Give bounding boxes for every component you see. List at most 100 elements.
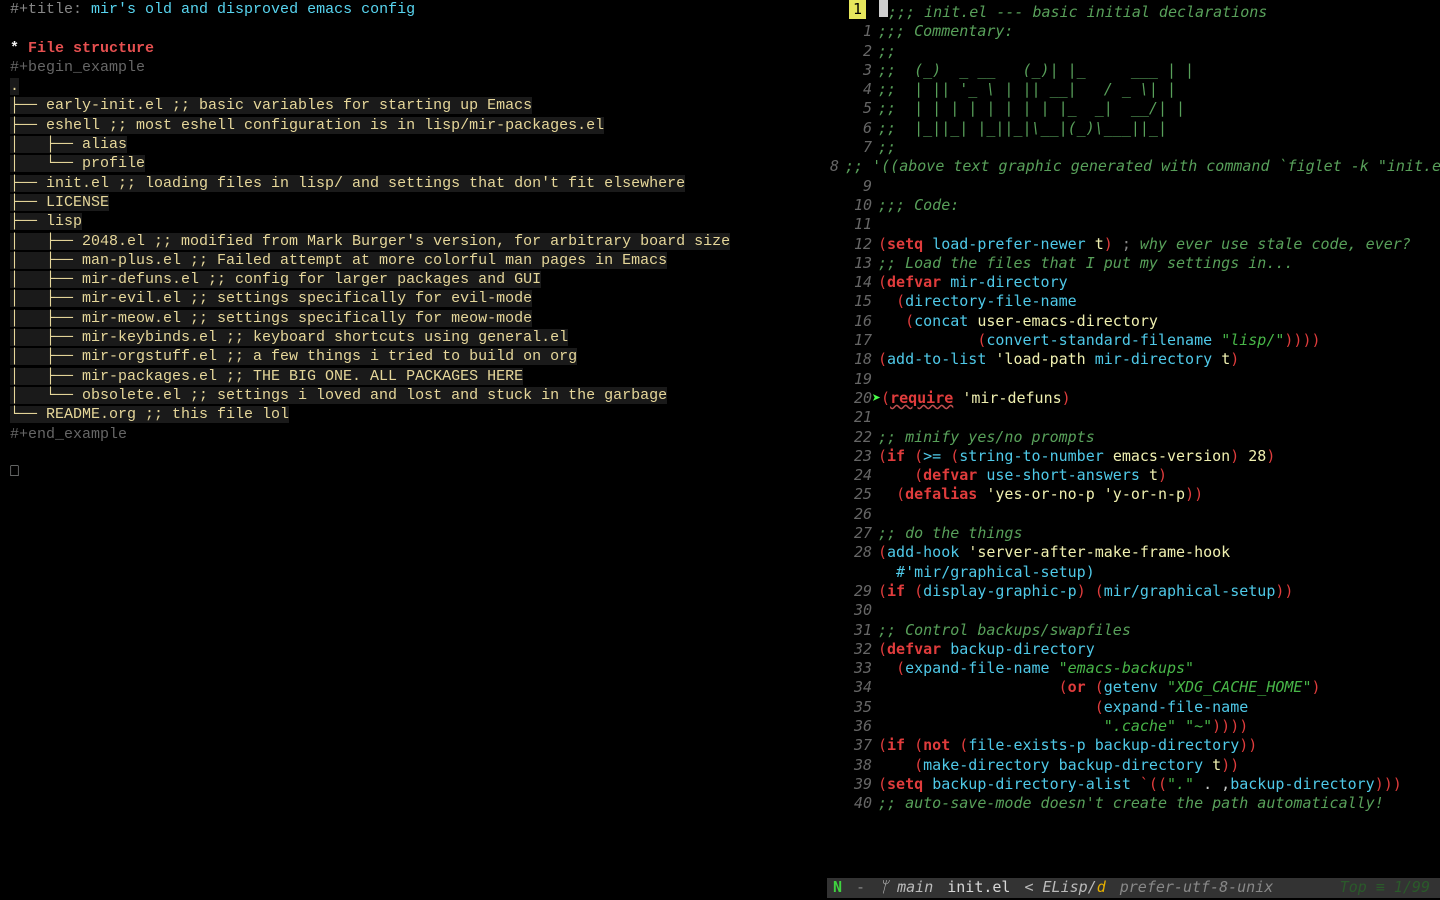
line-number: 37 <box>830 736 878 755</box>
tree-line: │ ├── mir-orgstuff.el ;; a few things i … <box>10 348 577 365</box>
line-number: 10 <box>830 196 878 215</box>
line-number: 19 <box>830 370 878 389</box>
line-number: 7 <box>830 138 878 157</box>
code-text: ;; | || '_ \ | || __| / _ \| | <box>878 80 1176 99</box>
line-number: 30 <box>830 601 878 620</box>
modeline-right: N - ᛘ main init.el < ELisp/d prefer-utf-… <box>827 878 1440 897</box>
code-text: ;;; Code: <box>878 196 959 215</box>
tree-line: │ ├── mir-meow.el ;; settings specifical… <box>10 310 532 327</box>
code-line: 4;; | || '_ \ | || __| / _ \| | <box>830 80 1440 99</box>
code-line: 26 <box>830 505 1440 524</box>
tree-line: │ ├── man-plus.el ;; Failed attempt at m… <box>10 252 667 269</box>
line-number: 9 <box>830 177 878 196</box>
code-line: 17 (convert-standard-filename "lisp/")))… <box>830 331 1440 350</box>
code-buffer[interactable]: 1;;; init.el --- basic initial declarati… <box>830 0 1440 813</box>
code-line: 8;; '((above text graphic generated with… <box>830 157 1440 176</box>
code-text: (convert-standard-filename "lisp/")))) <box>878 331 1321 350</box>
code-line: 34 (or (getenv "XDG_CACHE_HOME") <box>830 678 1440 697</box>
tree-line: ├── eshell ;; most eshell configuration … <box>10 117 604 134</box>
branch-icon: ᛘ <box>879 878 888 896</box>
end-example: #+end_example <box>10 426 127 443</box>
heading-star: * <box>10 40 28 57</box>
code-line: 38 (make-directory backup-directory t)) <box>830 756 1440 775</box>
major-mode: < ELisp/d <box>1024 878 1105 897</box>
code-text: (expand-file-name "emacs-backups" <box>878 659 1194 678</box>
code-line: 24 (defvar use-short-answers t) <box>830 466 1440 485</box>
line-number: 40 <box>830 794 878 813</box>
line-number: 26 <box>830 505 878 524</box>
line-number: 32 <box>830 640 878 659</box>
tree-line: │ ├── 2048.el ;; modified from Mark Burg… <box>10 233 730 250</box>
right-pane[interactable]: 1;;; init.el --- basic initial declarati… <box>830 0 1440 865</box>
line-number: 34 <box>830 678 878 697</box>
line-number: 5 <box>830 99 878 118</box>
code-text: ;; Control backups/swapfiles <box>878 621 1131 640</box>
tree-line: │ ├── mir-defuns.el ;; config for larger… <box>10 271 541 288</box>
line-number: 6 <box>830 119 878 138</box>
code-text: ;; <box>878 138 896 157</box>
code-text: (require 'mir-defuns) <box>881 389 1071 408</box>
evil-mode-indicator: N <box>833 878 842 897</box>
line-number: 35 <box>830 698 878 717</box>
code-line: 22;; minify yes/no prompts <box>830 428 1440 447</box>
code-line: 29(if (display-graphic-p) (mir/graphical… <box>830 582 1440 601</box>
code-line: 15 (directory-file-name <box>830 292 1440 311</box>
code-text: ".cache" "~")))) <box>878 717 1248 736</box>
line-number: 15 <box>830 292 878 311</box>
example-block: . ├── early-init.el ;; basic variables f… <box>10 78 730 423</box>
line-number: 23 <box>830 447 878 466</box>
code-line: 37(if (not (file-exists-p backup-directo… <box>830 736 1440 755</box>
code-line: 3;; (_) _ __ (_)| |_ ___ | | <box>830 61 1440 80</box>
position: Top ≡ 1/99 <box>1340 878 1440 897</box>
code-text: (add-to-list 'load-path mir-directory t) <box>878 350 1239 369</box>
code-line: 36 ".cache" "~")))) <box>830 717 1440 736</box>
begin-example: #+begin_example <box>10 59 145 76</box>
code-text: ;; <box>878 42 896 61</box>
buffer-name: init.el <box>947 878 1010 897</box>
code-text: (make-directory backup-directory t)) <box>878 756 1239 775</box>
heading: File structure <box>28 40 154 57</box>
readme-buffer: #+title: mir's old and disproved emacs c… <box>10 0 830 482</box>
code-line: 13;; Load the files that I put my settin… <box>830 254 1440 273</box>
code-line: 16 (concat user-emacs-directory <box>830 312 1440 331</box>
tree-line: │ ├── alias <box>10 136 127 153</box>
code-line: 7;; <box>830 138 1440 157</box>
tree-line: ├── lisp <box>10 213 82 230</box>
vc-segment: ᛘ main <box>879 878 933 897</box>
line-number: 22 <box>830 428 878 447</box>
line-number: 20 <box>830 389 878 408</box>
code-line: 21 <box>830 408 1440 427</box>
code-line: 6;; |_||_| |_||_|\__|(_)\___||_| <box>830 119 1440 138</box>
code-line: 5;; | | | | | | | | |_ _| __/| | <box>830 99 1440 118</box>
code-text: ;; |_||_| |_||_|\__|(_)\___||_| <box>878 119 1167 138</box>
code-line: 35 (expand-file-name <box>830 698 1440 717</box>
code-text: ;; (_) _ __ (_)| |_ ___ | | <box>878 61 1194 80</box>
code-text: (concat user-emacs-directory <box>878 312 1158 331</box>
line-number: 16 <box>830 312 878 331</box>
line-number: 31 <box>830 621 878 640</box>
line-number: 29 <box>830 582 878 601</box>
line-number: 36 <box>830 717 878 736</box>
line-number: 4 <box>830 80 878 99</box>
code-line: 2;; <box>830 42 1440 61</box>
code-text: (defvar use-short-answers t) <box>878 466 1167 485</box>
code-line: 31;; Control backups/swapfiles <box>830 621 1440 640</box>
tree-line: │ ├── mir-evil.el ;; settings specifical… <box>10 290 532 307</box>
title-key: #+title: <box>10 1 82 18</box>
tree-line: │ ├── mir-packages.el ;; THE BIG ONE. AL… <box>10 368 523 385</box>
code-line: 1;;; Commentary: <box>830 22 1440 41</box>
line-number: 17 <box>830 331 878 350</box>
code-line: #'mir/graphical-setup) <box>830 563 1440 582</box>
code-line: 9 <box>830 177 1440 196</box>
code-text: (if (display-graphic-p) (mir/graphical-s… <box>878 582 1293 601</box>
line-number <box>830 563 878 582</box>
workspace-tag: 1 <box>849 0 866 19</box>
left-pane[interactable]: #+title: mir's old and disproved emacs c… <box>0 0 830 865</box>
code-line: 39(setq backup-directory-alist `(("." . … <box>830 775 1440 794</box>
code-text: ;; auto-save-mode doesn't create the pat… <box>878 794 1384 813</box>
code-line: 25 (defalias 'yes-or-no-p 'y-or-n-p)) <box>830 485 1440 504</box>
code-line: 12(setq load-prefer-newer t) ; why ever … <box>830 235 1440 254</box>
code-text: ;; | | | | | | | | |_ _| __/| | <box>878 99 1185 118</box>
code-line: 11 <box>830 215 1440 234</box>
line-number: 33 <box>830 659 878 678</box>
